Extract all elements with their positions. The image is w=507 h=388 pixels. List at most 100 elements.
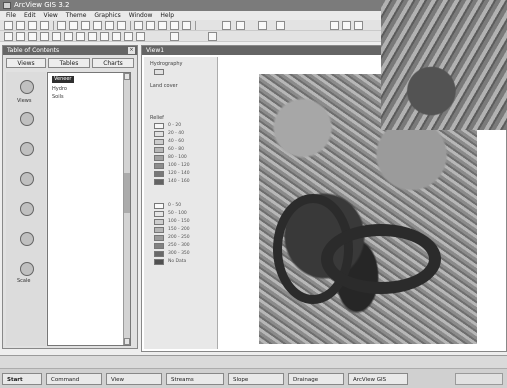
find-icon[interactable]: [69, 21, 78, 30]
taskbar-item[interactable]: Slope: [228, 373, 284, 385]
scale-icon[interactable]: [170, 32, 179, 41]
legend-editor-icon[interactable]: [40, 21, 49, 30]
app-icon: [3, 2, 11, 9]
select-icon[interactable]: [40, 32, 49, 41]
legend-theme-title[interactable]: Relief: [150, 115, 164, 121]
tab-charts[interactable]: Charts: [92, 58, 134, 68]
legend-swatch: [154, 243, 164, 249]
menu-view[interactable]: View: [44, 12, 58, 19]
legend-class-label: 50 - 100: [168, 211, 187, 216]
legend-swatch: [154, 139, 164, 145]
legend-swatch: [154, 235, 164, 241]
legend-class-label: 20 - 40: [168, 131, 184, 136]
legend-class-label: 40 - 60: [168, 139, 184, 144]
scroll-up-icon[interactable]: [124, 73, 130, 80]
zoom-selected-icon[interactable]: [117, 21, 126, 30]
window-cascade-icon[interactable]: [354, 21, 363, 30]
map-inset-image: [381, 0, 507, 130]
legend-swatch: [154, 171, 164, 177]
open-table-icon[interactable]: [57, 21, 66, 30]
taskbar: Start Command View Streams Slope Drainag…: [0, 368, 507, 388]
hotlink-icon[interactable]: [100, 32, 109, 41]
pan-icon[interactable]: [76, 32, 85, 41]
area-of-interest-icon[interactable]: [112, 32, 121, 41]
window-tile-icon[interactable]: [342, 21, 351, 30]
list-item[interactable]: Veneer: [52, 76, 74, 83]
vertex-edit-icon[interactable]: [28, 32, 37, 41]
scroll-thumb[interactable]: [124, 173, 130, 213]
legend-class-label: 300 - 350: [168, 251, 190, 256]
panel-tabs: Views Tables Charts: [6, 58, 134, 68]
views-icon[interactable]: [20, 80, 34, 94]
tab-views[interactable]: Views: [6, 58, 46, 68]
chart-icon[interactable]: [258, 21, 267, 30]
taskbar-item[interactable]: Streams: [166, 373, 224, 385]
list-item[interactable]: Hydro: [52, 86, 67, 93]
query-icon[interactable]: [81, 21, 90, 30]
previous-extent-icon[interactable]: [158, 21, 167, 30]
legend-class-label: 250 - 300: [168, 243, 190, 248]
menu-graphics[interactable]: Graphics: [94, 12, 121, 19]
menu-window[interactable]: Window: [129, 12, 153, 19]
zoom-out-icon[interactable]: [146, 21, 155, 30]
legend-class-label: 140 - 160: [168, 179, 190, 184]
start-button[interactable]: Start: [2, 373, 42, 385]
zoom-out-tool-icon[interactable]: [64, 32, 73, 41]
themes-icon[interactable]: [20, 232, 34, 246]
theme-properties-icon[interactable]: [28, 21, 37, 30]
legend-swatch: [154, 251, 164, 257]
legend-class-label: 200 - 250: [168, 235, 190, 240]
menu-edit[interactable]: Edit: [24, 12, 36, 19]
zoom-in-icon[interactable]: [134, 21, 143, 30]
save-icon[interactable]: [4, 21, 13, 30]
legend-class-label: 100 - 150: [168, 219, 190, 224]
legend-theme-title[interactable]: Land cover: [150, 83, 178, 89]
select-feature-icon[interactable]: [170, 21, 179, 30]
document-list: Veneer Hydro Soils: [47, 72, 131, 346]
text-tool-icon[interactable]: [124, 32, 133, 41]
taskbar-item[interactable]: View: [106, 373, 162, 385]
list-item[interactable]: Soils: [52, 94, 64, 101]
status-bar: [0, 355, 507, 368]
layouts-icon[interactable]: [20, 172, 34, 186]
tables-icon[interactable]: [20, 112, 34, 126]
info-icon[interactable]: [4, 32, 13, 41]
measure-icon[interactable]: [88, 32, 97, 41]
legend-swatch: [154, 179, 164, 185]
help-pointer-icon[interactable]: [330, 21, 339, 30]
document-type-icons: Views Scale: [6, 72, 46, 346]
legend-class-label: 0 - 20: [168, 123, 182, 128]
legend-theme-title[interactable]: Hydrography: [150, 61, 183, 67]
legend-swatch: [154, 227, 164, 233]
menu-theme[interactable]: Theme: [66, 12, 87, 19]
taskbar-item[interactable]: Command: [46, 373, 102, 385]
taskbar-item[interactable]: Drainage: [288, 373, 344, 385]
pointer-icon[interactable]: [16, 32, 25, 41]
projection-icon[interactable]: [208, 32, 217, 41]
legend-swatch: [154, 259, 164, 265]
scroll-down-icon[interactable]: [124, 338, 130, 345]
icon-label: Views: [17, 98, 32, 104]
layout-icon[interactable]: [236, 21, 245, 30]
zoom-extent-icon[interactable]: [93, 21, 102, 30]
scrollbar[interactable]: [123, 73, 130, 345]
menu-file[interactable]: File: [6, 12, 16, 19]
taskbar-item[interactable]: ArcView GIS: [348, 373, 408, 385]
menu-help[interactable]: Help: [160, 12, 174, 19]
clear-selection-icon[interactable]: [182, 21, 191, 30]
legend-swatch: [154, 69, 164, 75]
draw-icon[interactable]: [136, 32, 145, 41]
zoom-active-icon[interactable]: [105, 21, 114, 30]
toolbar-separator: [130, 21, 131, 30]
tab-tables[interactable]: Tables: [48, 58, 90, 68]
script-icon[interactable]: [276, 21, 285, 30]
close-icon[interactable]: ×: [128, 47, 135, 54]
charts-icon[interactable]: [20, 142, 34, 156]
legend-swatch: [154, 203, 164, 209]
scale-bar-icon[interactable]: [20, 262, 34, 276]
add-theme-icon[interactable]: [16, 21, 25, 30]
help-icon[interactable]: [222, 21, 231, 30]
scripts-icon[interactable]: [20, 202, 34, 216]
zoom-in-tool-icon[interactable]: [52, 32, 61, 41]
toolbar-separator: [53, 21, 54, 30]
